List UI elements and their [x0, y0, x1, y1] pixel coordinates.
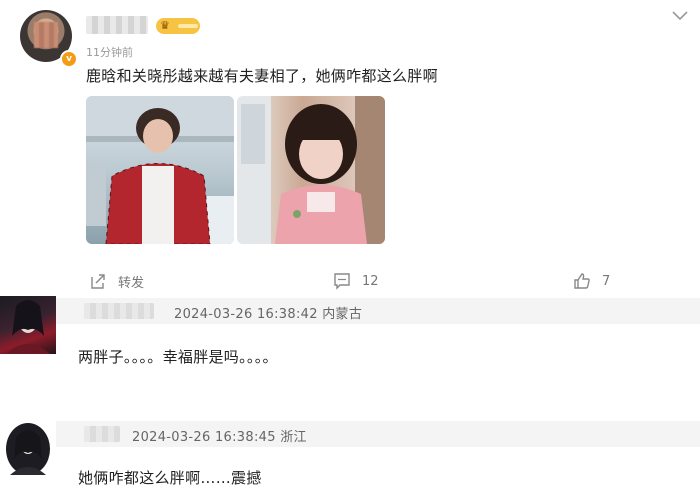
post-text: 鹿晗和关晓彤越来越有夫妻相了，她俩咋都这么胖啊: [86, 67, 438, 85]
member-level-bar: [178, 24, 198, 28]
member-crown-badge[interactable]: ♛: [156, 18, 200, 34]
post-photo-2[interactable]: [237, 96, 385, 244]
avatar-illustration: [10, 430, 46, 475]
photo-2-illustration: [237, 96, 385, 244]
post-time: 11分钟前: [86, 46, 133, 59]
avatar-mosaic: [34, 22, 58, 48]
like-count: 7: [602, 273, 611, 289]
share-button[interactable]: 转发: [88, 271, 144, 291]
comment-location: 浙江: [280, 430, 307, 445]
comment-location: 内蒙古: [322, 307, 363, 322]
commenter-name-redacted[interactable]: [84, 426, 120, 442]
comment-icon: [334, 273, 350, 290]
post-photo-1[interactable]: [86, 96, 234, 244]
comment-meta: 2024-03-26 16:38:42 内蒙古: [174, 303, 362, 322]
comment-meta: 2024-03-26 16:38:45 浙江: [132, 426, 307, 445]
commenter-avatar[interactable]: [0, 296, 56, 354]
post-author-name-redacted[interactable]: [86, 16, 148, 34]
comment-count: 12: [362, 273, 379, 289]
like-button[interactable]: 7: [572, 271, 610, 291]
avatar-illustration: [6, 300, 50, 354]
verified-badge-icon: v: [60, 50, 78, 68]
share-icon: [91, 274, 105, 289]
comment-text: 两胖子。。。。幸福胖是吗。。。。: [78, 348, 278, 366]
chevron-down-icon[interactable]: [670, 8, 690, 22]
comment-timestamp: 2024-03-26 16:38:45: [132, 430, 276, 445]
photo-1-illustration: [86, 96, 234, 244]
comment-text: 她俩咋都这么胖啊……震撼: [78, 469, 262, 487]
comment-button[interactable]: 12: [332, 271, 379, 291]
commenter-avatar[interactable]: [6, 423, 50, 475]
share-label: 转发: [118, 275, 145, 291]
thumbs-up-icon: [574, 273, 590, 289]
comment-timestamp: 2024-03-26 16:38:42: [174, 307, 318, 322]
crown-icon: ♛: [160, 19, 170, 32]
commenter-name-redacted[interactable]: [84, 303, 154, 319]
